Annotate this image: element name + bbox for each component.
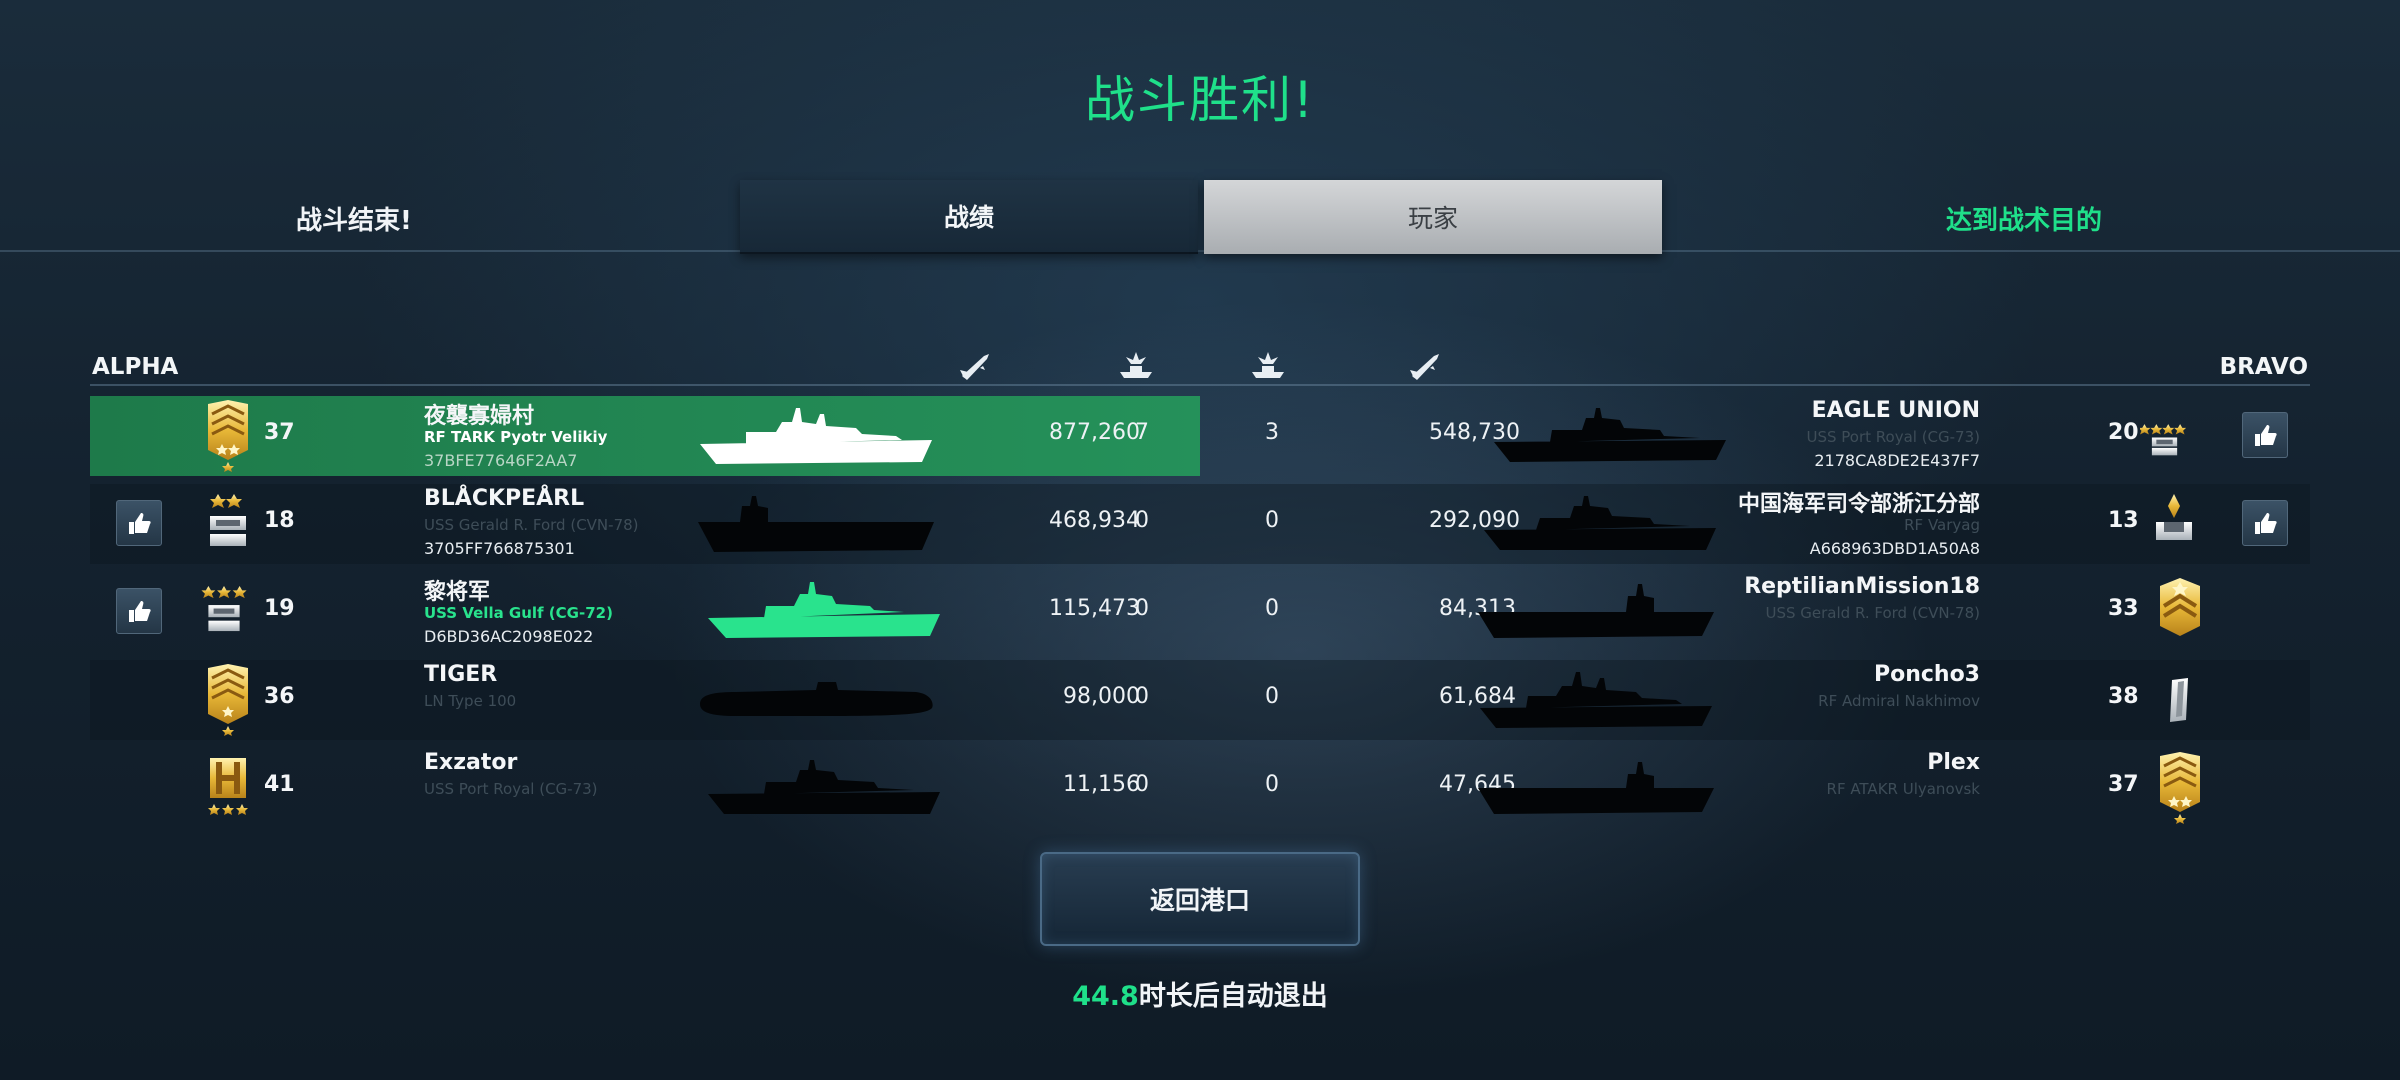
like-button[interactable]	[116, 588, 162, 634]
chevron-star-rank-icon	[2160, 578, 2200, 636]
sergeant-major-rank-icon	[208, 664, 248, 736]
player-ship: LN Type 100	[424, 692, 517, 710]
alpha-kills: 0	[1135, 772, 1149, 797]
two-star-bar-rank-icon	[210, 494, 246, 546]
tab-stats[interactable]: 战绩	[740, 180, 1198, 254]
scoreboard-header-divider	[90, 384, 2310, 386]
thumbs-up-icon	[2255, 425, 2277, 446]
player-id: D6BD36AC2098E022	[424, 627, 594, 646]
scoreboard-row: 36 TIGER LN Type 100 98,000 0 0 61,684 P…	[90, 660, 2310, 740]
ship-kills-icon	[1252, 352, 1284, 378]
player-ship: USS Gerald R. Ford (CVN-78)	[1765, 604, 1980, 622]
tab-players[interactable]: 玩家	[1204, 180, 1662, 254]
return-to-port-button[interactable]: 返回港口	[1040, 852, 1360, 946]
player-name[interactable]: ReptilianMission18	[1744, 574, 1980, 599]
player-level: 41	[264, 772, 295, 797]
bravo-kills: 3	[1265, 420, 1279, 445]
submarine-silhouette-icon	[700, 682, 933, 716]
player-ship: RF ATAKR Ulyanovsk	[1826, 780, 1980, 798]
player-name[interactable]: 黎将军	[424, 574, 490, 606]
player-level: 20	[2108, 420, 2139, 445]
thumbs-up-icon	[129, 601, 151, 622]
battlecruiser-silhouette-icon	[1480, 672, 1712, 728]
alpha-kills: 0	[1135, 684, 1149, 709]
player-level: 37	[2108, 772, 2139, 797]
sergeant-major-rank-icon	[2160, 752, 2200, 824]
player-id: 3705FF766875301	[424, 539, 575, 558]
player-level: 18	[264, 508, 295, 533]
battlecruiser-silhouette-icon	[700, 408, 932, 464]
player-name[interactable]: Exzator	[424, 750, 517, 775]
thumbs-up-icon	[129, 513, 151, 534]
scoreboard-row: 18 BLÅCKPEÅRL USS Gerald R. Ford (CVN-78…	[90, 484, 2310, 564]
carrier-silhouette-icon	[1478, 762, 1714, 814]
auto-exit-countdown: 44.8时长后自动退出	[0, 974, 2400, 1013]
player-id: 2178CA8DE2E437F7	[1814, 451, 1980, 470]
carrier-silhouette-icon	[698, 496, 934, 552]
cruiser-silhouette-icon	[708, 760, 940, 814]
player-name[interactable]: EAGLE UNION	[1812, 398, 1980, 423]
player-level: 19	[264, 596, 295, 621]
bravo-kills: 0	[1265, 508, 1279, 533]
player-name[interactable]: BLÅCKPEÅRL	[424, 486, 584, 511]
bravo-kills: 0	[1265, 772, 1279, 797]
player-ship: RF TARK Pyotr Velikiy	[424, 428, 608, 446]
four-star-bar-rank-icon	[2140, 424, 2187, 456]
player-level: 36	[264, 684, 295, 709]
player-ship: USS Port Royal (CG-73)	[424, 780, 598, 798]
like-button[interactable]	[2242, 500, 2288, 546]
scoreboard-row: 19 黎将军 USS Vella Gulf (CG-72) D6BD36AC20…	[90, 572, 2310, 652]
objective-reached-label: 达到战术目的	[1946, 206, 2103, 236]
battle-result-title: 战斗胜利!	[1084, 71, 1316, 129]
tabbar-divider	[0, 250, 2400, 252]
cruiser-silhouette-icon	[708, 582, 940, 638]
battle-over-label: 战斗结束!	[296, 206, 412, 236]
player-level: 38	[2108, 684, 2139, 709]
player-level: 33	[2108, 596, 2139, 621]
team-alpha-label: ALPHA	[92, 354, 179, 380]
player-name[interactable]: Plex	[1927, 750, 1980, 775]
player-level: 13	[2108, 508, 2139, 533]
player-ship: USS Port Royal (CG-73)	[1806, 428, 1980, 446]
player-id: A668963DBD1A50A8	[1809, 539, 1980, 558]
bravo-kills: 0	[1265, 596, 1279, 621]
like-button[interactable]	[116, 500, 162, 546]
player-name[interactable]: Poncho3	[1874, 662, 1980, 687]
player-id: 37BFE77646F2AA7	[424, 451, 578, 470]
player-name[interactable]: 夜襲寡婦村	[424, 398, 534, 430]
player-ship: RF Varyag	[1904, 516, 1980, 534]
player-ship: RF Admiral Nakhimov	[1818, 692, 1980, 710]
three-star-bar-rank-icon	[201, 586, 247, 632]
player-ship: USS Gerald R. Ford (CVN-78)	[424, 516, 639, 534]
missile-damage-icon	[960, 354, 989, 380]
alpha-kills: 7	[1135, 420, 1149, 445]
alpha-kills: 0	[1135, 508, 1149, 533]
countdown-text: 时长后自动退出	[1138, 981, 1328, 1012]
player-name[interactable]: TIGER	[424, 662, 497, 687]
sergeant-major-rank-icon	[208, 400, 248, 472]
player-ship: USS Vella Gulf (CG-72)	[424, 604, 613, 622]
ship-kills-icon	[1120, 352, 1152, 378]
team-bravo-label: BRAVO	[2219, 354, 2308, 380]
player-level: 37	[264, 420, 295, 445]
gold-bar-three-star-rank-icon	[208, 758, 248, 815]
like-button[interactable]	[2242, 412, 2288, 458]
thumbs-up-icon	[2255, 513, 2277, 534]
alpha-kills: 0	[1135, 596, 1149, 621]
scoreboard-row: 41 Exzator USS Port Royal (CG-73) 11,156…	[90, 748, 2310, 828]
scoreboard-row: 37 夜襲寡婦村 RF TARK Pyotr Velikiy 37BFE7764…	[90, 396, 2310, 476]
cruiser-silhouette-icon	[1484, 496, 1716, 550]
carrier-silhouette-icon	[1478, 584, 1714, 638]
cruiser-silhouette-icon	[1494, 408, 1726, 462]
missile-damage-icon	[1410, 354, 1439, 380]
single-bar-rank-icon	[2156, 494, 2192, 540]
player-name[interactable]: 中国海军司令部浙江分部	[1738, 486, 1980, 518]
bravo-kills: 0	[1265, 684, 1279, 709]
silver-bar-rank-icon	[2170, 678, 2188, 722]
countdown-seconds: 44.8	[1072, 981, 1139, 1012]
